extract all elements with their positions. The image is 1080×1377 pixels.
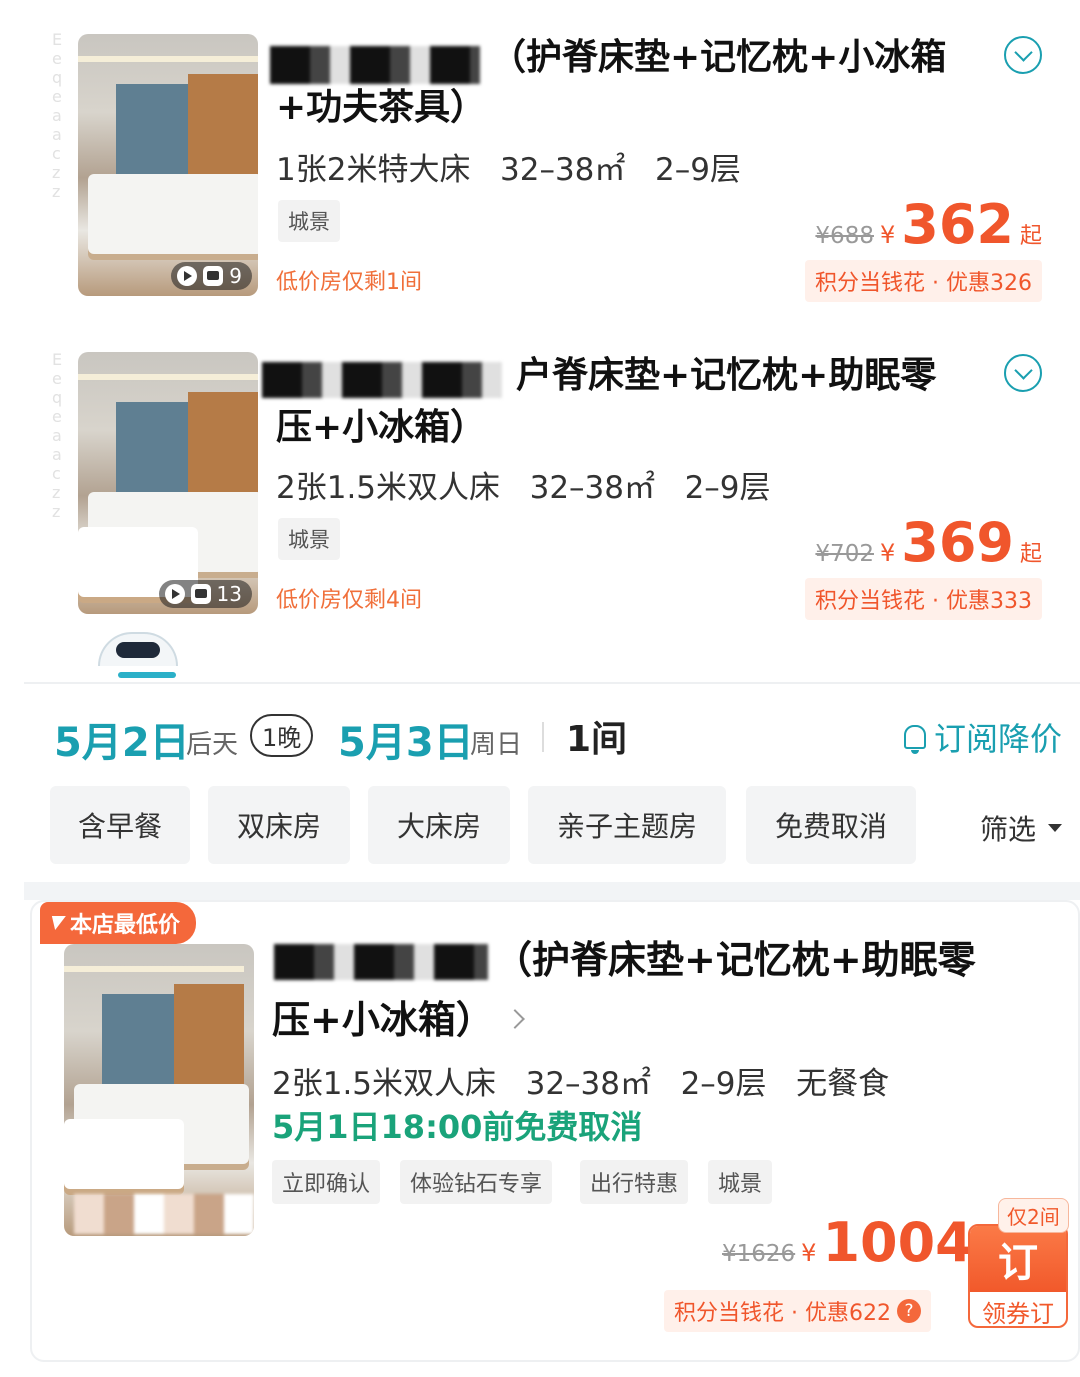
room-specs: 2张1.5米双人床 32–38㎡ 2–9层 无餐食 bbox=[272, 1058, 889, 1103]
meal-info: 无餐食 bbox=[796, 1066, 890, 1102]
room-specs: 1张2米特大床 32–38㎡ 2–9层 bbox=[276, 144, 741, 189]
currency-symbol: ¥ bbox=[879, 221, 896, 249]
redacted-room-name bbox=[270, 46, 480, 84]
bed-type: 2张1.5米双人床 bbox=[272, 1066, 497, 1102]
price-row: ¥1626 ¥ 1004 bbox=[722, 1216, 973, 1270]
robot-mascot-icon[interactable] bbox=[98, 632, 178, 678]
redacted-room-name bbox=[274, 944, 488, 980]
watermark: Eeqeaaczz bbox=[52, 30, 63, 201]
room-card-1[interactable]: Eeqeaaczz 9 （护脊床垫+记忆枕+小冰箱 +功夫茶具） 1张2米特大床… bbox=[40, 20, 1080, 320]
divider bbox=[542, 722, 544, 752]
currency-symbol: ¥ bbox=[801, 1239, 817, 1267]
price-row: ¥702 ¥ 369 起 bbox=[815, 516, 1042, 570]
expand-chevron-icon[interactable] bbox=[1004, 354, 1042, 392]
room-area: 32–38㎡ bbox=[525, 1066, 651, 1102]
price-row: ¥688 ¥ 362 起 bbox=[815, 198, 1042, 252]
tag-travel-deal: 出行特惠 bbox=[580, 1160, 689, 1204]
points-promo: 积分当钱花 · 优惠326 bbox=[805, 260, 1042, 302]
section-divider bbox=[24, 882, 1080, 900]
room-title-line1: 户脊床垫+记忆枕+助眠零 bbox=[516, 355, 937, 396]
subscribe-label: 订阅降价 bbox=[934, 720, 1063, 758]
help-icon[interactable]: ? bbox=[896, 1299, 921, 1323]
play-icon bbox=[177, 266, 198, 286]
filter-button[interactable]: 筛选 bbox=[980, 808, 1063, 848]
room-photo[interactable] bbox=[64, 944, 254, 1236]
media-count-badge: 13 bbox=[158, 580, 252, 608]
book-label: 订 bbox=[970, 1226, 1066, 1292]
room-title-line1: （护脊床垫+记忆枕+助眠零 bbox=[494, 938, 976, 982]
points-promo: 积分当钱花 · 优惠622 ? bbox=[664, 1290, 931, 1332]
bed-type: 1张2米特大床 bbox=[276, 152, 471, 188]
media-count: 9 bbox=[229, 264, 242, 288]
bolt-icon bbox=[48, 916, 66, 930]
rooms-left-badge: 仅2间 bbox=[998, 1198, 1069, 1233]
coupon-book-label: 领券订 bbox=[982, 1299, 1054, 1328]
lowest-price-badge: 本店最低价 bbox=[40, 902, 197, 944]
tag-city-view: 城景 bbox=[708, 1160, 773, 1204]
room-card-2[interactable]: Eeqeaaczz 13 户脊床垫+记忆枕+助眠零 压+小冰箱） 2张1.5米双… bbox=[40, 340, 1080, 640]
play-icon bbox=[164, 584, 185, 604]
date-bar: 5月2日 后天 1晚 5月3日 周日 1间 订阅降价 bbox=[24, 682, 1080, 782]
photo-icon bbox=[190, 584, 211, 604]
nights-count: 1晚 bbox=[250, 714, 314, 757]
original-price: ¥1626 bbox=[722, 1241, 796, 1267]
view-tag: 城景 bbox=[278, 200, 340, 242]
redacted-overlay bbox=[74, 1194, 254, 1234]
filter-chip-breakfast[interactable]: 含早餐 bbox=[50, 786, 190, 864]
room-floor: 2–9层 bbox=[654, 152, 741, 188]
photo-icon bbox=[203, 266, 224, 286]
filter-chip-family[interactable]: 亲子主题房 bbox=[528, 786, 726, 864]
bed-type: 2张1.5米双人床 bbox=[276, 470, 501, 506]
current-price: 369 bbox=[901, 511, 1014, 574]
room-floor: 2–9层 bbox=[680, 1066, 767, 1102]
free-cancel-notice: 5月1日18:00前免费取消 bbox=[272, 1108, 643, 1146]
room-photo[interactable]: 13 bbox=[78, 352, 258, 614]
book-button[interactable]: 订 领券订 bbox=[968, 1224, 1068, 1328]
media-count: 13 bbox=[216, 582, 242, 606]
original-price: ¥688 bbox=[815, 223, 874, 249]
room-title-line2: 压+小冰箱） bbox=[272, 998, 494, 1042]
points-promo-label: 积分当钱花 · 优惠622 bbox=[674, 1301, 891, 1326]
room-photo[interactable]: 9 bbox=[78, 34, 258, 296]
view-tag: 城景 bbox=[278, 518, 340, 560]
current-price: 1004 bbox=[822, 1211, 973, 1274]
media-count-badge: 9 bbox=[171, 262, 252, 290]
bell-icon bbox=[904, 725, 926, 754]
room-area: 32–38㎡ bbox=[529, 470, 655, 506]
low-stock-notice: 低价房仅剩1间 bbox=[276, 270, 422, 295]
tag-diamond: 体验钻石专享 bbox=[400, 1160, 553, 1204]
filter-chip-king[interactable]: 大床房 bbox=[368, 786, 510, 864]
points-promo: 积分当钱花 · 优惠333 bbox=[805, 578, 1042, 620]
filter-chip-twin[interactable]: 双床房 bbox=[208, 786, 350, 864]
room-specs: 2张1.5米双人床 32–38㎡ 2–9层 bbox=[276, 462, 771, 507]
price-suffix: 起 bbox=[1019, 542, 1042, 567]
watermark: Eeqeaaczz bbox=[52, 350, 63, 521]
filter-label: 筛选 bbox=[980, 813, 1037, 846]
checkout-day: 周日 bbox=[470, 730, 523, 760]
lowest-price-label: 本店最低价 bbox=[70, 913, 181, 938]
redacted-room-name bbox=[262, 362, 502, 398]
filter-chip-free-cancel[interactable]: 免费取消 bbox=[746, 786, 916, 864]
room-title-line1: （护脊床垫+记忆枕+小冰箱 bbox=[490, 37, 947, 78]
room-area: 32–38㎡ bbox=[500, 152, 626, 188]
room-count[interactable]: 1间 bbox=[566, 710, 627, 762]
original-price: ¥702 bbox=[815, 541, 874, 567]
price-suffix: 起 bbox=[1019, 224, 1042, 249]
checkin-day: 后天 bbox=[186, 730, 239, 760]
expand-chevron-icon[interactable] bbox=[1004, 36, 1042, 74]
room-title-line2: +功夫茶具） bbox=[276, 87, 487, 128]
checkout-date[interactable]: 5月3日 bbox=[338, 710, 474, 768]
checkin-date[interactable]: 5月2日 bbox=[54, 710, 190, 768]
caret-down-icon bbox=[1048, 824, 1063, 832]
room-title-line2: 压+小冰箱） bbox=[276, 407, 487, 448]
current-price: 362 bbox=[901, 193, 1014, 256]
room-floor: 2–9层 bbox=[684, 470, 771, 506]
currency-symbol: ¥ bbox=[879, 539, 896, 567]
tag-instant-confirm: 立即确认 bbox=[272, 1160, 381, 1204]
subscribe-price-drop-button[interactable]: 订阅降价 bbox=[904, 714, 1062, 760]
low-stock-notice: 低价房仅剩4间 bbox=[276, 588, 422, 613]
